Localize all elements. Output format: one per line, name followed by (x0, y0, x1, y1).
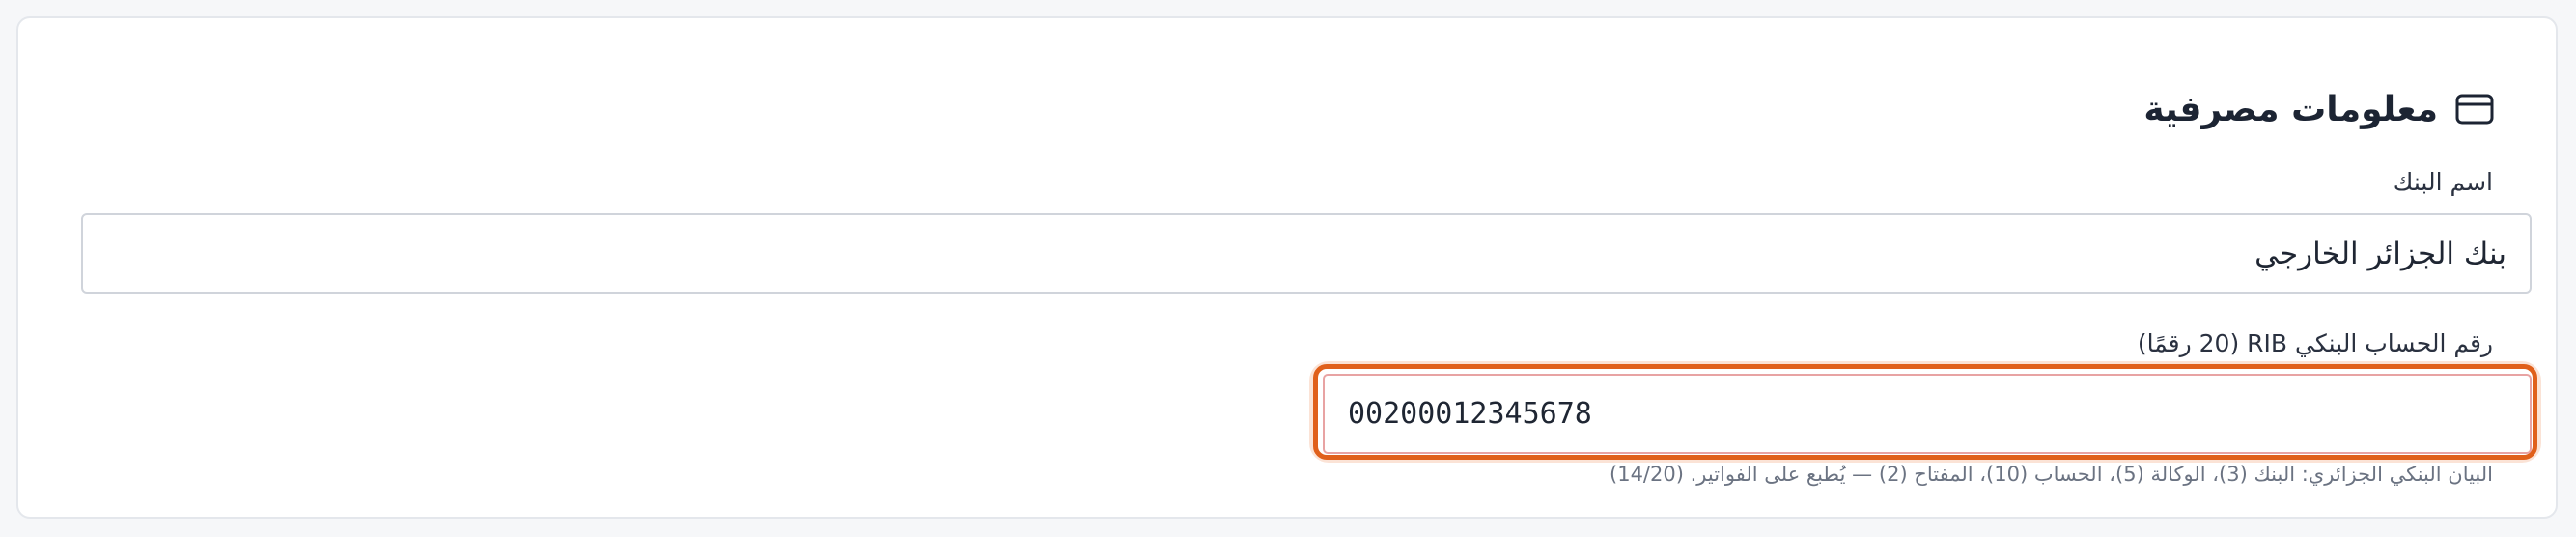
rib-input[interactable]: 00200012345678 (1323, 374, 2532, 454)
section-header: معلومات مصرفية (2143, 84, 2494, 134)
section-title: معلومات مصرفية (2143, 89, 2438, 129)
bank-name-input[interactable]: بنك الجزائر الخارجي (81, 213, 2532, 294)
bank-name-label: اسم البنك (2393, 168, 2493, 196)
rib-help-text: البيان البنكي الجزائري: البنك (3)، الوكا… (1610, 463, 2493, 486)
rib-label: رقم الحساب البنكي RIB (20 رقمًا) (2137, 329, 2493, 357)
bank-info-card: معلومات مصرفية اسم البنك بنك الجزائر الخ… (16, 16, 2558, 519)
credit-card-icon (2455, 90, 2494, 128)
